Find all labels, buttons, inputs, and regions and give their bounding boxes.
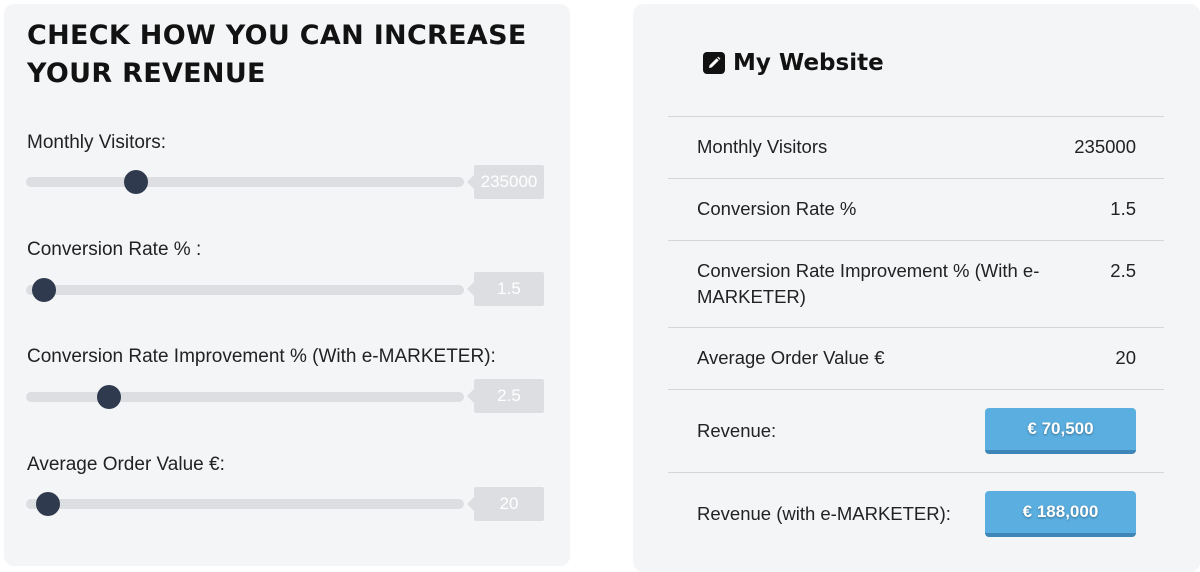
conversion-rate-label: Conversion Rate % :: [27, 239, 202, 260]
summary-row-label: Average Order Value €: [697, 347, 885, 368]
conversion-rate-slider[interactable]: [26, 278, 464, 302]
pencil-edit-icon: [703, 52, 725, 74]
monthly-visitors-label: Monthly Visitors:: [27, 132, 167, 153]
summary-row-value: 2.5: [1110, 260, 1136, 281]
summary-row-average-order-value: Average Order Value € 20: [668, 327, 1164, 389]
summary-row-monthly-visitors: Monthly Visitors 235000: [668, 116, 1164, 178]
conversion-improvement-slider-thumb[interactable]: [97, 385, 122, 409]
conversion-rate-slider-thumb[interactable]: [31, 278, 56, 302]
monthly-visitors-slider-thumb[interactable]: [123, 170, 148, 194]
summary-row-value: 235000: [1074, 136, 1136, 157]
conversion-improvement-slider[interactable]: [26, 385, 464, 409]
average-order-value-slider[interactable]: [26, 492, 464, 516]
summary-title: My Website: [733, 50, 884, 76]
summary-row-label: Conversion Rate Improvement % (With e-MA…: [697, 260, 1040, 307]
average-order-value-value: 20: [467, 487, 544, 521]
summary-row-value: 20: [1115, 347, 1136, 368]
average-order-value-slider-thumb[interactable]: [35, 492, 60, 516]
revenue-emarketer-button[interactable]: € 188,000: [985, 491, 1136, 537]
revenue-emarketer-label: Revenue (with e-MARKETER):: [697, 503, 951, 524]
summary-row-conversion-improvement: Conversion Rate Improvement % (With e-MA…: [668, 240, 1164, 327]
calculator-title: CHECK HOW YOU CAN INCREASE YOUR REVENUE: [27, 20, 527, 89]
summary-row-revenue: Revenue: € 70,500: [668, 389, 1164, 472]
summary-row-label: Monthly Visitors: [697, 136, 828, 157]
average-order-value-label: Average Order Value €:: [27, 454, 225, 475]
monthly-visitors-value: 235000: [467, 165, 544, 199]
revenue-button[interactable]: € 70,500: [985, 408, 1136, 454]
summary-row-label: Conversion Rate %: [697, 198, 857, 219]
revenue-label: Revenue:: [697, 420, 777, 441]
summary-panel: My Website Monthly Visitors 235000 Conve…: [633, 4, 1200, 572]
monthly-visitors-slider[interactable]: [26, 170, 464, 194]
conversion-rate-value: 1.5: [467, 272, 544, 306]
summary-row-conversion-rate: Conversion Rate % 1.5: [668, 178, 1164, 240]
conversion-improvement-label: Conversion Rate Improvement % (With e-MA…: [27, 346, 496, 367]
summary-header: My Website: [703, 48, 884, 78]
conversion-improvement-value: 2.5: [467, 379, 544, 413]
summary-row-value: 1.5: [1110, 198, 1136, 219]
calculator-panel: CHECK HOW YOU CAN INCREASE YOUR REVENUE …: [4, 4, 570, 566]
summary-row-revenue-emarketer: Revenue (with e-MARKETER): € 188,000: [668, 472, 1164, 556]
